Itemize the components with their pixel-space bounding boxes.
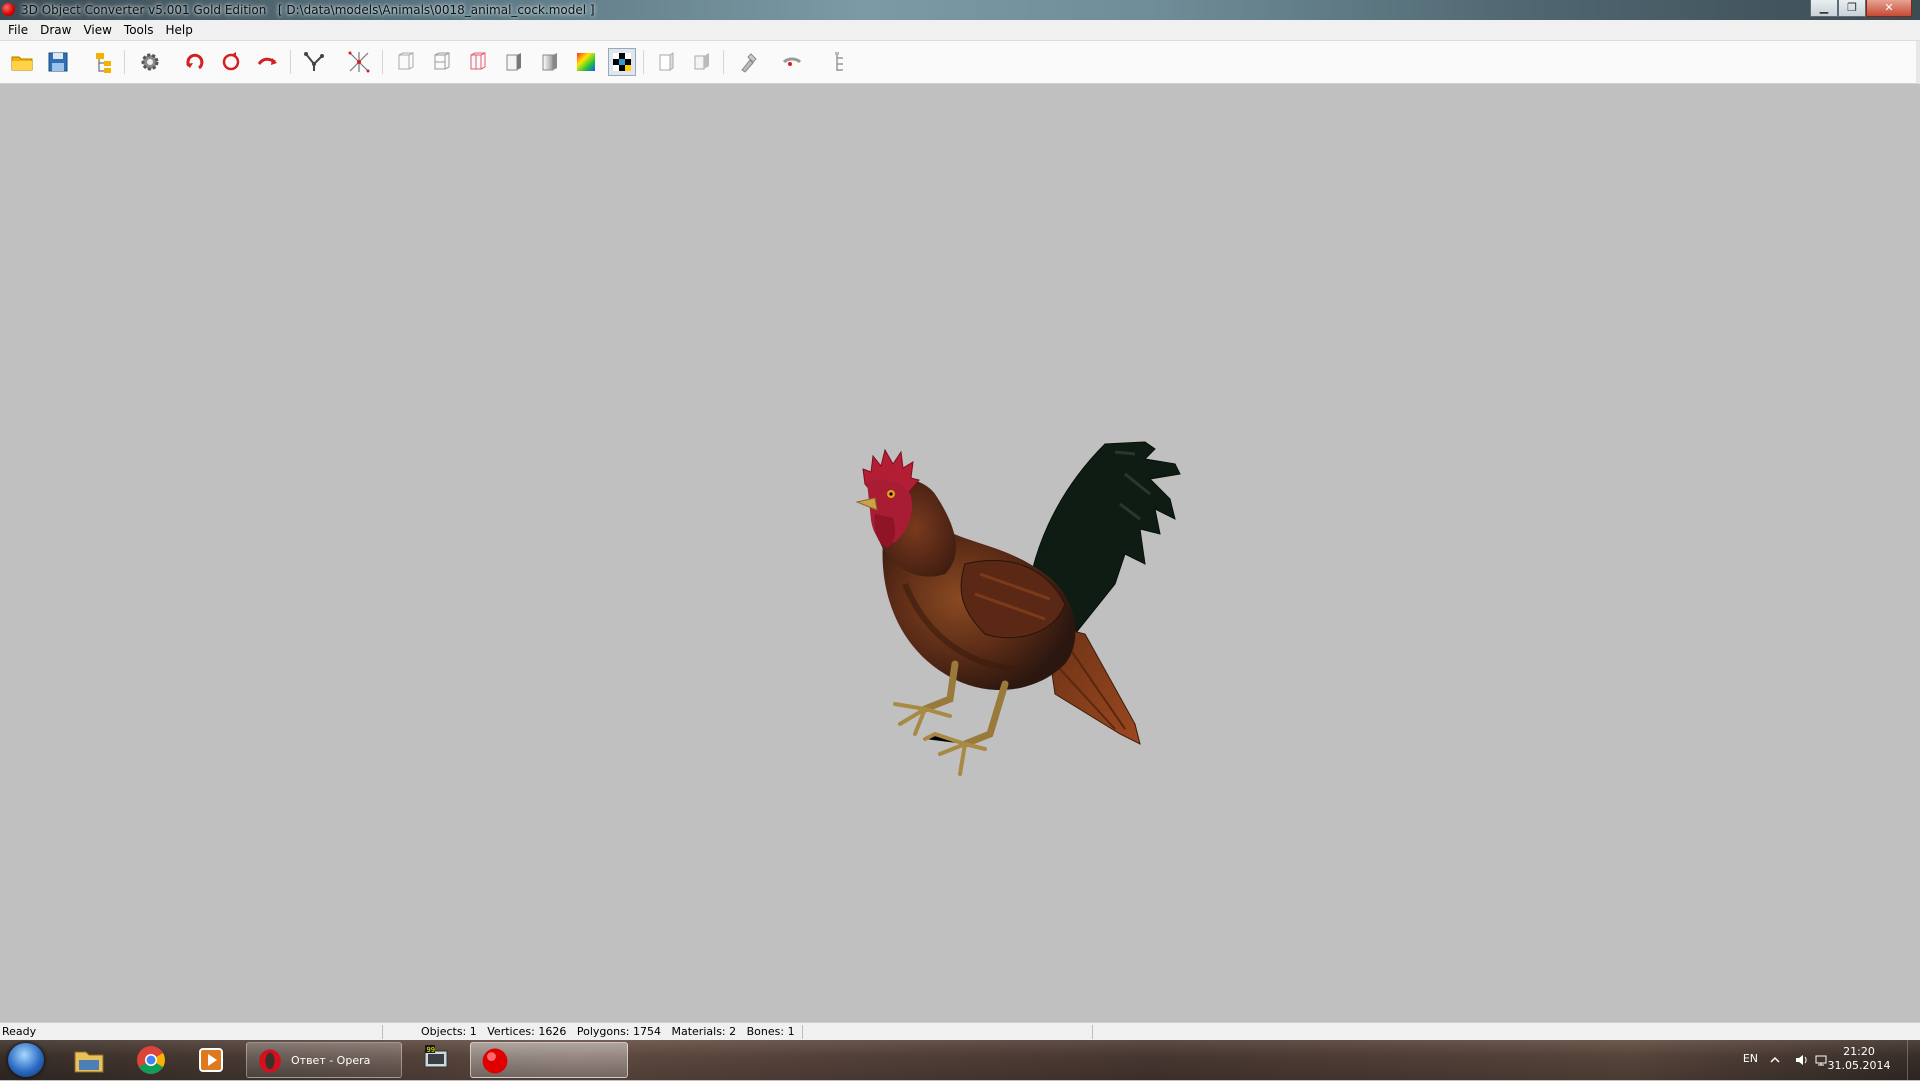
- taskbar: Ответ - Opera 99 EN 21:20 31.05.2014: [0, 1040, 1920, 1080]
- normals-button[interactable]: [652, 48, 680, 76]
- color-shade-button[interactable]: [572, 48, 600, 76]
- flat-shade-icon: [506, 53, 521, 71]
- menu-tools[interactable]: Tools: [118, 20, 160, 40]
- status-vertices: Vertices: 1626: [487, 1025, 567, 1038]
- title-bar: 3D Object Converter v5.001 Gold Edition …: [0, 0, 1920, 20]
- monitor-icon: 99: [424, 1045, 448, 1068]
- chrome-icon: [137, 1046, 165, 1074]
- start-button[interactable]: [8, 1043, 44, 1077]
- taskbar-opera[interactable]: Ответ - Opera: [246, 1042, 402, 1078]
- toolbar: [0, 41, 1920, 84]
- settings-button[interactable]: [136, 48, 164, 76]
- show-desktop-button[interactable]: [1907, 1040, 1920, 1080]
- window-title: 3D Object Converter v5.001 Gold Edition …: [21, 3, 595, 17]
- wireframe-front-button[interactable]: [392, 48, 420, 76]
- window-controls: ▁ ❐ ✕: [1810, 0, 1912, 17]
- status-pane-empty-2: [1092, 1025, 1917, 1039]
- vertices-icon: [348, 51, 370, 73]
- show-hidden-icons-icon[interactable]: [1768, 1053, 1782, 1067]
- open-folder-icon: [11, 56, 33, 71]
- settings-gear-icon: [141, 53, 159, 71]
- open-button[interactable]: [8, 48, 36, 76]
- menu-bar: File Draw View Tools Help: [0, 20, 1920, 41]
- status-polygons: Polygons: 1754: [576, 1025, 661, 1038]
- texture-shade-icon: [613, 53, 631, 71]
- rotate-z-button[interactable]: [253, 48, 281, 76]
- menu-help[interactable]: Help: [159, 20, 198, 40]
- clock-date: 31.05.2014: [1827, 1059, 1891, 1072]
- taskbar-media-player[interactable]: [186, 1042, 236, 1078]
- status-pane-empty: [802, 1025, 1095, 1039]
- clock[interactable]: 21:20 31.05.2014: [1824, 1045, 1894, 1073]
- wireframe-side-icon: [434, 52, 450, 70]
- minimize-button[interactable]: ▁: [1810, 0, 1838, 17]
- 3d-converter-icon: [482, 1048, 508, 1074]
- status-ready: Ready: [2, 1025, 37, 1038]
- light-icon: [741, 53, 757, 73]
- object-tree-button[interactable]: [90, 48, 118, 76]
- status-bar: Ready Objects: 1 Vertices: 1626 Polygons…: [0, 1022, 1920, 1041]
- taskbar-app[interactable]: 99: [412, 1042, 462, 1078]
- wireframe-red-button[interactable]: [464, 48, 492, 76]
- light-button[interactable]: [734, 48, 762, 76]
- taskbar-3d-converter[interactable]: [470, 1042, 628, 1078]
- rotate-y-icon: [222, 52, 240, 71]
- svg-text:99: 99: [427, 1046, 435, 1054]
- toolbar-separator: [124, 50, 125, 74]
- folder-icon: [74, 1051, 104, 1073]
- toolbar-separator: [723, 50, 724, 74]
- 3d-viewport[interactable]: [0, 84, 1920, 1022]
- volume-icon[interactable]: [1794, 1053, 1808, 1067]
- smooth-shade-button[interactable]: [536, 48, 564, 76]
- color-shade-icon: [577, 53, 595, 71]
- camera-button[interactable]: [779, 48, 807, 76]
- object-tree-icon: [96, 53, 111, 73]
- vertices-button[interactable]: [345, 48, 373, 76]
- status-stats: Objects: 1 Vertices: 1626 Polygons: 1754…: [382, 1025, 807, 1039]
- save-disk-icon: [48, 52, 68, 72]
- maximize-button[interactable]: ❐: [1838, 0, 1866, 17]
- menu-view[interactable]: View: [77, 20, 117, 40]
- wireframe-side-button[interactable]: [428, 48, 456, 76]
- toolbar-separator: [290, 50, 291, 74]
- taskbar-chrome[interactable]: [126, 1042, 176, 1078]
- flat-shade-button[interactable]: [500, 48, 528, 76]
- opera-icon: [259, 1049, 281, 1073]
- save-button[interactable]: [44, 48, 72, 76]
- bones-icon: [304, 52, 324, 71]
- document-path: [ D:\data\models\Animals\0018_animal_coc…: [277, 3, 595, 17]
- bones-button[interactable]: [300, 48, 328, 76]
- menu-draw[interactable]: Draw: [34, 20, 77, 40]
- wireframe-red-icon: [470, 52, 486, 70]
- smooth-shade-icon: [542, 53, 557, 71]
- rotate-z-icon: [257, 57, 277, 65]
- backface-icon: [694, 53, 709, 70]
- hierarchy-button[interactable]: [825, 48, 853, 76]
- hierarchy-icon: [835, 52, 843, 71]
- media-player-icon: [199, 1048, 223, 1072]
- toolbar-separator: [382, 50, 383, 74]
- app-title: 3D Object Converter v5.001 Gold Edition: [21, 3, 267, 17]
- status-bones: Bones: 1: [746, 1025, 795, 1038]
- language-indicator[interactable]: EN: [1743, 1052, 1758, 1065]
- menu-file[interactable]: File: [0, 20, 34, 40]
- camera-icon: [782, 57, 802, 66]
- backface-button[interactable]: [688, 48, 716, 76]
- status-objects: Objects: 1: [421, 1025, 477, 1038]
- clock-time: 21:20: [1843, 1045, 1875, 1058]
- rotate-x-button[interactable]: [181, 48, 209, 76]
- close-button[interactable]: ✕: [1866, 0, 1912, 17]
- rotate-x-icon: [186, 53, 204, 70]
- texture-shade-button[interactable]: [608, 48, 636, 76]
- app-icon: [2, 3, 15, 16]
- status-materials: Materials: 2: [671, 1025, 737, 1038]
- normals-icon: [659, 52, 674, 71]
- opera-window-label: Ответ - Opera: [291, 1054, 371, 1067]
- rotate-y-button[interactable]: [217, 48, 245, 76]
- toolbar-separator: [643, 50, 644, 74]
- wireframe-front-icon: [398, 52, 414, 70]
- rooster-model: [855, 441, 1181, 776]
- taskbar-explorer[interactable]: [64, 1042, 114, 1078]
